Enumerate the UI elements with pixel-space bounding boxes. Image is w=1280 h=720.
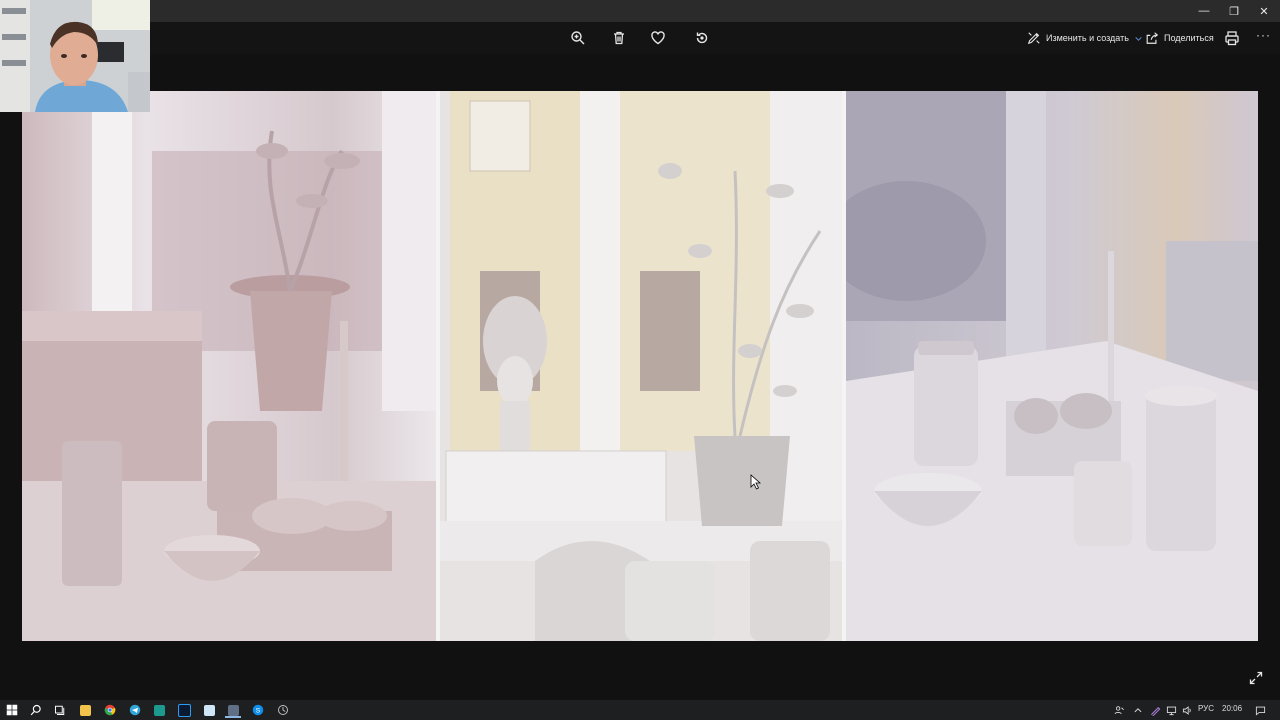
share-label: Поделиться [1164,33,1214,43]
favorite-icon[interactable] [647,28,669,48]
maximize-button[interactable]: ❐ [1217,0,1251,22]
chrome-icon[interactable] [102,702,118,718]
delete-icon[interactable] [608,28,630,48]
title-bar: — ❐ ✕ [0,0,1280,22]
file-explorer-icon[interactable] [77,702,93,718]
task-view-icon[interactable] [52,702,68,718]
notification-icon[interactable] [1252,702,1268,718]
photo-toolbar: Изменить и создать Поделиться [0,22,1280,54]
3ds-max-icon[interactable] [151,702,167,718]
presenter-video [0,0,150,112]
edit-create-label: Изменить и создать [1046,33,1129,43]
chevron-up-icon[interactable] [1130,702,1146,718]
edit-create-button[interactable]: Изменить и создать [1027,28,1143,48]
pen-icon[interactable] [1147,702,1163,718]
render-image-center [440,91,842,641]
volume-icon[interactable] [1179,702,1195,718]
webcam-overlay [0,0,150,112]
zoom-in-icon[interactable] [567,28,589,48]
photo-canvas [22,91,1258,641]
render-panel-center [440,91,842,641]
start-icon[interactable] [4,702,20,718]
app-icon[interactable] [275,702,291,718]
print-icon[interactable] [1221,28,1243,48]
more-options-button[interactable]: ··· [1256,28,1271,42]
share-icon [1146,32,1159,44]
clock[interactable]: 20:06 [1222,704,1242,713]
rotate-icon[interactable] [691,28,713,48]
mouse-cursor-icon [750,474,762,490]
close-button[interactable]: ✕ [1247,0,1280,22]
render-panel-right [846,91,1258,641]
telegram-icon[interactable] [127,702,143,718]
photoshop-icon[interactable] [176,702,192,718]
chevron-down-icon [1135,36,1142,41]
notes-icon[interactable] [201,702,217,718]
render-image-right [846,91,1258,641]
people-icon[interactable] [1111,702,1127,718]
photos-icon[interactable] [225,702,241,718]
share-button[interactable]: Поделиться [1145,28,1214,48]
edit-create-icon [1027,32,1040,45]
taskbar: S РУС 20:06 [0,700,1280,720]
minimize-button[interactable]: — [1187,0,1221,22]
render-image-left [22,91,436,641]
search-icon[interactable] [28,702,44,718]
active-indicator [225,716,241,718]
render-panel-left [22,91,436,641]
svg-text:S: S [256,708,261,715]
language-indicator[interactable]: РУС [1198,704,1214,713]
skype-icon[interactable]: S [250,702,266,718]
network-icon[interactable] [1163,702,1179,718]
fullscreen-icon[interactable] [1248,670,1264,686]
